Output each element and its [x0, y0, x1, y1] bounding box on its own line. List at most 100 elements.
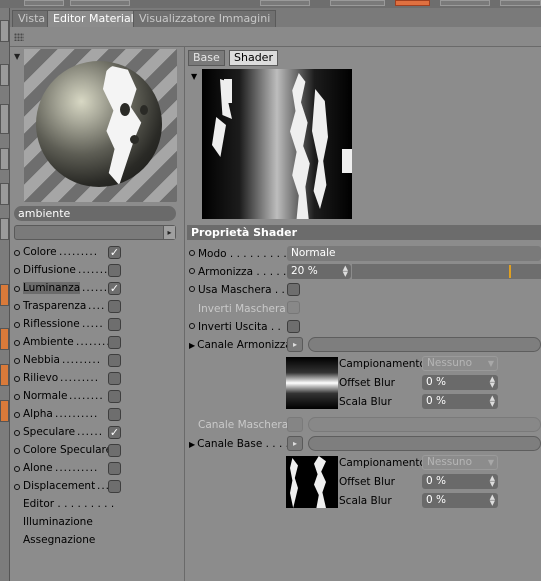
channel-label[interactable]: Alone — [23, 462, 53, 474]
canale-base-field[interactable] — [308, 436, 541, 451]
subtab-base[interactable]: Base — [188, 50, 225, 66]
toolbar-button[interactable] — [24, 0, 64, 6]
toolbar-button[interactable] — [260, 0, 310, 6]
channel-checkbox[interactable] — [108, 264, 121, 277]
keyframe-dot-icon[interactable] — [14, 340, 20, 346]
stepper-icon[interactable]: ▲ ▼ — [490, 475, 495, 488]
keyframe-dot-icon[interactable] — [14, 376, 20, 382]
channel-row[interactable]: Luminanza...... ✓ — [14, 280, 176, 298]
channel-row[interactable]: Alpha.......... — [14, 406, 176, 424]
channel-checkbox[interactable] — [108, 300, 121, 313]
channel-label[interactable]: Speculare — [23, 426, 75, 438]
tool-button[interactable] — [0, 148, 9, 170]
canale-armonizza-thumbnail[interactable] — [286, 357, 338, 409]
stepper-icon[interactable]: ▲ ▼ — [343, 265, 348, 278]
channel-row[interactable]: Speculare...... ✓ — [14, 424, 176, 442]
channel-label[interactable]: Diffusione — [23, 264, 76, 276]
tool-button[interactable] — [0, 20, 9, 42]
keyframe-dot-icon[interactable] — [14, 484, 20, 490]
tab-vista[interactable]: Vista — [12, 10, 52, 27]
usa-maschera-checkbox[interactable] — [287, 283, 300, 296]
grip-handle-icon[interactable] — [14, 33, 24, 41]
channel-checkbox[interactable] — [108, 408, 121, 421]
channel-row[interactable]: Diffusione....... — [14, 262, 176, 280]
inverti-maschera-checkbox[interactable] — [287, 301, 300, 314]
keyframe-dot-icon[interactable] — [189, 286, 195, 292]
toolbar-button[interactable] — [395, 0, 430, 6]
channel-label[interactable]: Alpha — [23, 408, 53, 420]
keyframe-dot-icon[interactable] — [14, 268, 20, 274]
keyframe-dot-icon[interactable] — [14, 358, 20, 364]
canale-maschera-field[interactable] — [308, 417, 541, 432]
material-name-field[interactable]: ambiente — [14, 206, 176, 221]
canale-armonizza-label[interactable]: ▶ Canale Armonizza — [189, 339, 292, 351]
toolbar-button[interactable] — [70, 0, 130, 6]
triangle-down-icon[interactable]: ▼ — [14, 52, 20, 61]
canale-maschera-button[interactable] — [287, 417, 303, 432]
channel-checkbox[interactable]: ✓ — [108, 246, 121, 259]
channel-checkbox[interactable]: ✓ — [108, 426, 121, 439]
keyframe-dot-icon[interactable] — [14, 430, 20, 436]
tool-button[interactable] — [0, 183, 9, 205]
channel-row[interactable]: Riflessione..... — [14, 316, 176, 334]
keyframe-dot-icon[interactable] — [14, 412, 20, 418]
channel-row[interactable]: Colore Speculare — [14, 442, 176, 460]
channel-label[interactable]: Colore — [23, 246, 57, 258]
modo-dropdown[interactable]: Normale — [287, 246, 541, 261]
channel-checkbox[interactable] — [108, 462, 121, 475]
channel-checkbox[interactable] — [108, 354, 121, 367]
triangle-down-icon[interactable]: ▼ — [191, 72, 197, 81]
keyframe-dot-icon[interactable] — [189, 250, 195, 256]
channel-label[interactable]: Trasparenza — [23, 300, 86, 312]
tool-button[interactable] — [0, 364, 9, 386]
menu-item-assegnazione[interactable]: Assegnazione — [23, 534, 95, 546]
keyframe-dot-icon[interactable] — [189, 268, 195, 274]
canale-base-label[interactable]: ▶ Canale Base . . . . — [189, 438, 289, 450]
menu-item-editor[interactable]: Editor . . . . . . . . . — [23, 498, 114, 510]
channel-row[interactable]: Displacement.... — [14, 478, 176, 496]
stepper-icon[interactable]: ▲ ▼ — [490, 376, 495, 389]
channel-checkbox[interactable] — [108, 372, 121, 385]
keyframe-dot-icon[interactable] — [14, 250, 20, 256]
channel-label[interactable]: Displacement — [23, 480, 95, 492]
inverti-uscita-checkbox[interactable] — [287, 320, 300, 333]
armonizza-slider[interactable] — [352, 264, 541, 279]
channel-checkbox[interactable] — [108, 390, 121, 403]
channel-label[interactable]: Ambiente — [23, 336, 74, 348]
keyframe-dot-icon[interactable] — [14, 286, 20, 292]
channel-row[interactable]: Ambiente........ — [14, 334, 176, 352]
channel-row[interactable]: Rilievo......... — [14, 370, 176, 388]
arrow-right-icon[interactable]: ▸ — [163, 226, 175, 239]
slider-handle[interactable] — [509, 265, 511, 278]
canale-armonizza-field[interactable] — [308, 337, 541, 352]
material-path-field[interactable]: ▸ — [14, 225, 176, 240]
keyframe-dot-icon[interactable] — [14, 448, 20, 454]
channel-row[interactable]: Trasparenza.... — [14, 298, 176, 316]
tool-button[interactable] — [0, 218, 9, 240]
stepper-icon[interactable]: ▲ ▼ — [490, 395, 495, 408]
tool-button[interactable] — [0, 284, 9, 306]
offset-blur-input[interactable]: 0 % ▲ ▼ — [422, 474, 498, 489]
keyframe-dot-icon[interactable] — [14, 304, 20, 310]
channel-label[interactable]: Riflessione — [23, 318, 80, 330]
tab-editor-materiale[interactable]: Editor Materiale — [47, 10, 147, 27]
campionamento-dropdown[interactable]: Nessuno ▼ — [422, 455, 498, 470]
menu-item-illuminazione[interactable]: Illuminazione — [23, 516, 93, 528]
channel-checkbox[interactable] — [108, 336, 121, 349]
channel-row[interactable]: Alone.......... — [14, 460, 176, 478]
channel-label[interactable]: Luminanza — [23, 282, 81, 294]
tool-button[interactable] — [0, 64, 9, 86]
toolbar-button[interactable] — [440, 0, 490, 6]
campionamento-dropdown[interactable]: Nessuno ▼ — [422, 356, 498, 371]
material-preview[interactable] — [24, 49, 177, 202]
triangle-right-icon[interactable]: ▶ — [189, 440, 195, 449]
tool-button[interactable] — [0, 400, 9, 422]
keyframe-dot-icon[interactable] — [14, 466, 20, 472]
armonizza-input[interactable]: 20 % ▲ ▼ — [287, 264, 351, 279]
arrow-right-icon[interactable]: ▸ — [287, 436, 303, 451]
stepper-icon[interactable]: ▲ ▼ — [490, 494, 495, 507]
channel-label[interactable]: Normale — [23, 390, 67, 402]
arrow-right-icon[interactable]: ▸ — [287, 337, 303, 352]
channel-label[interactable]: Colore Speculare — [23, 444, 112, 456]
channel-checkbox[interactable]: ✓ — [108, 282, 121, 295]
